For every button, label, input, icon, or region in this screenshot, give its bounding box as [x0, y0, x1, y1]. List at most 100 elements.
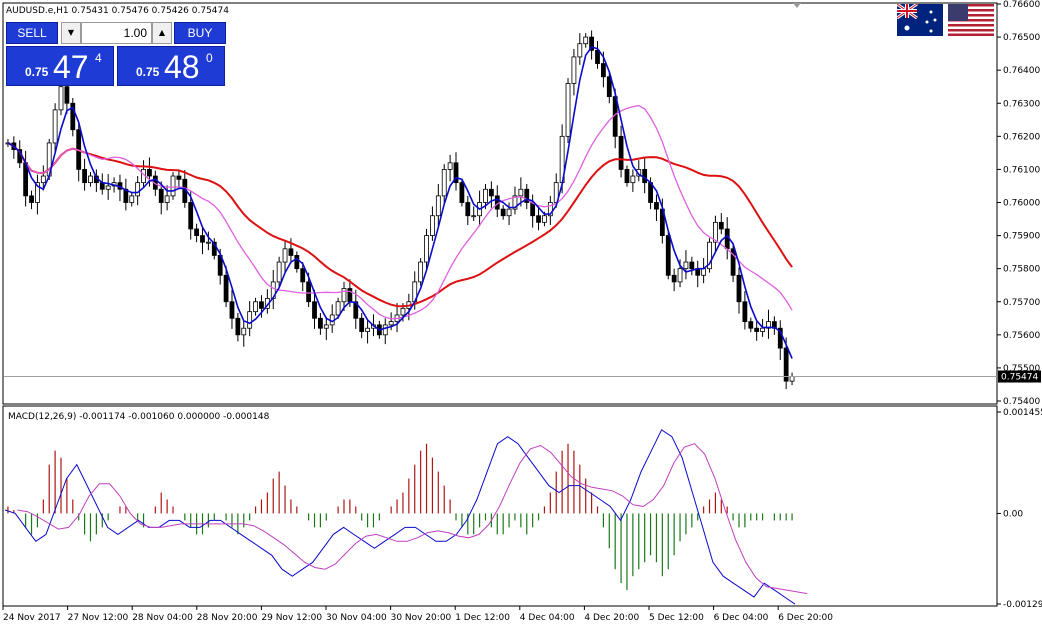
candle-body — [147, 169, 152, 177]
candle-body — [677, 268, 683, 283]
candle-body — [253, 301, 258, 313]
candle-body — [194, 228, 200, 236]
candle-body — [129, 195, 135, 203]
x-tick-label: 6 Dec 20:00 — [778, 613, 833, 623]
one-click-trading-panel: SELL ▼ ▲ BUY 0.75 47 4 0.75 48 0 — [6, 22, 226, 86]
candle-body — [536, 215, 541, 223]
buy-price-sup: 0 — [206, 51, 213, 65]
candle-body — [600, 63, 606, 78]
lot-increase-button[interactable]: ▲ — [152, 22, 172, 44]
candle-body — [52, 109, 58, 144]
candle-body — [335, 301, 341, 316]
chart-canvas[interactable]: 0.76600 0.76500 0.76400 0.76300 0.76200 0.761… — [0, 0, 1042, 630]
candle-body — [318, 317, 323, 329]
candle-body — [294, 255, 300, 270]
y-tick-label: 0.76000 — [1003, 199, 1040, 209]
candle-body — [400, 307, 406, 316]
candle-body — [577, 43, 583, 58]
candle-body — [88, 175, 93, 184]
x-tick-label: 24 Nov 2017 — [3, 613, 61, 623]
candle-body — [430, 215, 435, 236]
y-tick-label: 0.76500 — [1003, 33, 1040, 43]
macd-y-tick-label: -0.001299 — [1003, 600, 1042, 610]
chart-window[interactable]: 0.76600 0.76500 0.76400 0.76300 0.76200 0.761… — [0, 0, 1042, 630]
candle-body — [689, 261, 695, 270]
sell-button[interactable]: SELL — [6, 22, 58, 44]
candle-body — [282, 248, 288, 263]
candle-body — [64, 86, 70, 104]
candle-body — [259, 301, 264, 309]
current-price-label: 0.75474 — [1001, 373, 1038, 383]
buy-price-quote[interactable]: 0.75 48 0 — [117, 46, 225, 86]
candle-body — [748, 321, 754, 329]
y-tick-label: 0.76100 — [1003, 165, 1040, 175]
candle-body — [506, 208, 512, 217]
candle-body — [205, 241, 211, 244]
candle-body — [701, 268, 707, 276]
sell-price-prefix: 0.75 — [25, 65, 49, 79]
candle-body — [388, 321, 394, 326]
candle-body — [188, 202, 194, 230]
candle-body — [300, 268, 306, 283]
candle-body — [235, 317, 241, 336]
candle-body — [435, 195, 441, 217]
candle-body — [158, 188, 164, 203]
candle-body — [323, 324, 329, 329]
candle-body — [164, 195, 170, 203]
candle-body — [760, 327, 765, 332]
candle-body — [665, 235, 671, 276]
x-tick-label: 29 Nov 12:00 — [261, 613, 322, 623]
y-tick-label: 0.75700 — [1003, 298, 1040, 308]
y-tick-label: 0.75600 — [1003, 331, 1040, 341]
candle-body — [671, 274, 677, 283]
y-tick-label: 0.76600 — [1003, 0, 1040, 10]
y-tick-label: 0.76200 — [1003, 132, 1040, 142]
macd-signal-line — [17, 443, 808, 595]
candle-body — [518, 188, 524, 197]
buy-price-prefix: 0.75 — [136, 65, 160, 79]
candle-body — [465, 202, 471, 217]
y-tick-label: 0.75900 — [1003, 232, 1040, 242]
candle-body — [654, 202, 659, 210]
candle-body — [347, 288, 353, 303]
candle-body — [459, 182, 465, 203]
candle-body — [754, 327, 760, 332]
candle-body — [82, 169, 87, 184]
sell-price-quote[interactable]: 0.75 47 4 — [6, 46, 114, 86]
x-tick-label: 5 Dec 12:00 — [649, 613, 704, 623]
candle-body — [789, 376, 795, 382]
candle-body — [247, 311, 253, 329]
usa-flag-icon — [948, 4, 994, 36]
candle-body — [306, 281, 312, 303]
candle-body — [618, 135, 624, 170]
candle-body — [718, 221, 724, 230]
lot-size-input[interactable] — [81, 22, 152, 44]
macd-y-tick-label: 0.00 — [1003, 509, 1023, 519]
y-tick-label: 0.75400 — [1003, 397, 1040, 407]
candle-body — [530, 202, 536, 217]
y-tick-label: 0.76400 — [1003, 66, 1040, 76]
candle-body — [382, 324, 388, 336]
australia-flag-icon — [897, 4, 943, 36]
lot-decrease-button[interactable]: ▼ — [61, 22, 81, 44]
buy-price-big: 48 — [164, 49, 200, 85]
x-tick-label: 4 Dec 04:00 — [520, 613, 575, 623]
candle-body — [736, 274, 742, 303]
candle-body — [542, 215, 547, 223]
candle-body — [288, 248, 294, 256]
buy-button[interactable]: BUY — [174, 22, 226, 44]
sell-price-big: 47 — [53, 49, 89, 85]
x-tick-label: 6 Dec 04:00 — [714, 613, 769, 623]
candle-body — [359, 317, 365, 332]
candle-body — [595, 49, 600, 64]
x-tick-label: 27 Nov 12:00 — [68, 613, 129, 623]
candle-body — [135, 182, 141, 197]
scroll-marker-icon[interactable] — [793, 3, 801, 8]
x-tick-label: 28 Nov 20:00 — [197, 613, 258, 623]
x-tick-label: 4 Dec 20:00 — [584, 613, 639, 623]
candle-body — [471, 215, 477, 218]
candle-body — [223, 274, 229, 303]
candle-body — [488, 188, 494, 197]
symbol-header: AUDUSD.e,H1 0.75431 0.75476 0.75426 0.75… — [6, 6, 229, 16]
candle-body — [58, 86, 64, 111]
